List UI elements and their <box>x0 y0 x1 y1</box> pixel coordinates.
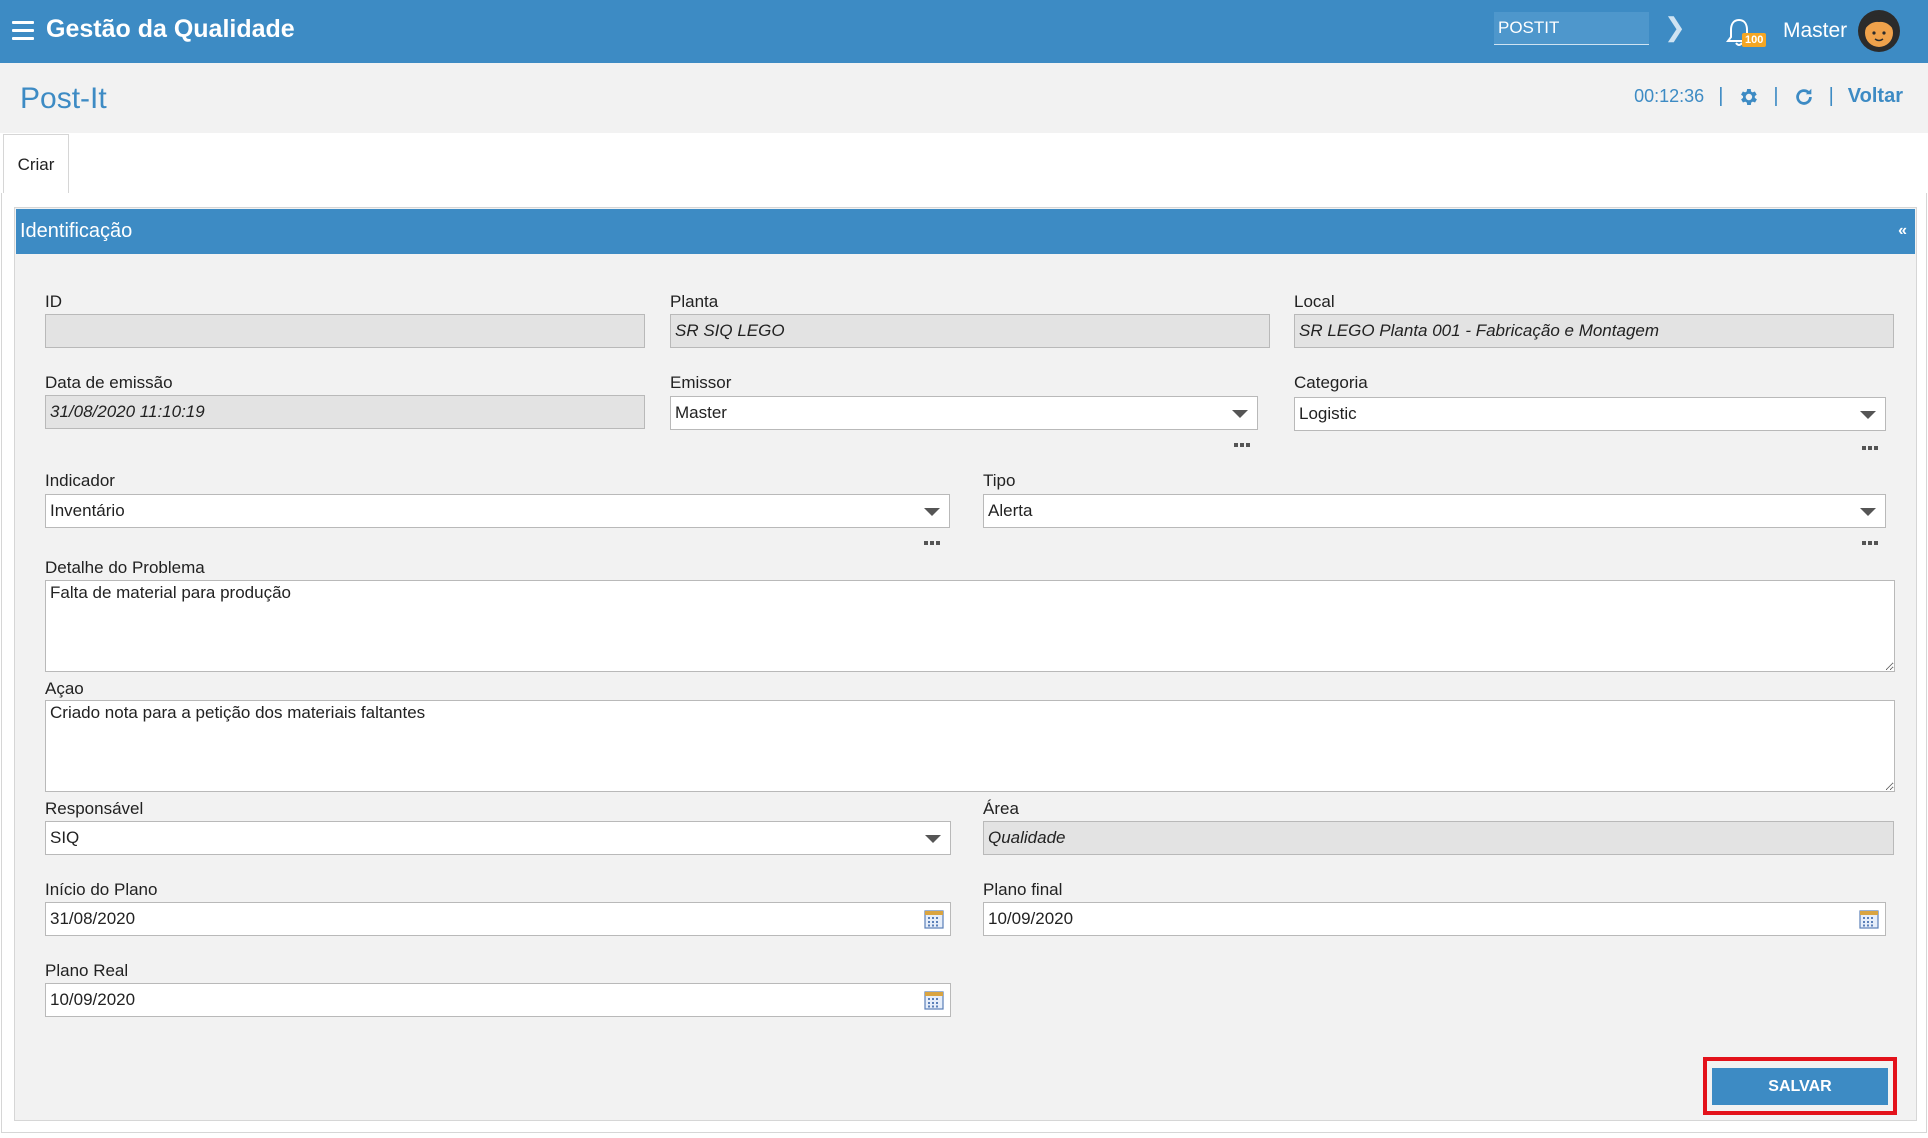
tab-criar[interactable]: Criar <box>3 134 69 193</box>
inicio-plano-label: Início do Plano <box>45 880 158 899</box>
divider: | <box>1773 85 1779 107</box>
local-field: SR LEGO Planta 001 - Fabricação e Montag… <box>1294 314 1894 348</box>
inicio-plano-input[interactable]: 31/08/2020 <box>45 902 951 936</box>
tipo-select[interactable]: Alerta <box>983 494 1886 528</box>
indicador-label: Indicador <box>45 471 115 490</box>
section-title: Identificação <box>20 220 133 242</box>
user-name[interactable]: Master <box>1783 19 1847 43</box>
section-header: Identificação « <box>16 209 1915 254</box>
more-icon[interactable] <box>924 532 942 548</box>
divider: | <box>1718 85 1724 107</box>
detalhe-textarea[interactable]: Falta de material para produção <box>45 580 1895 672</box>
inicio-plano-value: 31/08/2020 <box>50 909 136 928</box>
categoria-value: Logistic <box>1299 404 1357 423</box>
chevron-right-icon[interactable]: ❯ <box>1664 12 1686 43</box>
data-emissao-label: Data de emissão <box>45 373 173 392</box>
responsavel-label: Responsável <box>45 799 144 818</box>
planta-label: Planta <box>670 292 719 311</box>
page-title: Post-It <box>20 82 107 115</box>
session-timer: 00:12:36 <box>1634 86 1705 106</box>
plano-final-value: 10/09/2020 <box>988 909 1074 928</box>
plano-final-input[interactable]: 10/09/2020 <box>983 902 1886 936</box>
chevron-down-icon[interactable] <box>1232 410 1248 418</box>
detalhe-label: Detalhe do Problema <box>45 558 205 577</box>
emissor-value: Master <box>675 403 727 422</box>
acao-label: Açao <box>45 679 84 698</box>
top-bar: Gestão da Qualidade ❯ 100 Master <box>0 0 1928 63</box>
area-field: Qualidade <box>983 821 1894 855</box>
chevron-down-icon[interactable] <box>1860 411 1876 419</box>
chevron-down-icon[interactable] <box>1860 508 1876 516</box>
module-search-input[interactable] <box>1494 12 1649 45</box>
collapse-icon[interactable]: « <box>1898 222 1907 240</box>
planta-field: SR SIQ LEGO <box>670 314 1270 348</box>
id-label: ID <box>45 292 62 311</box>
chevron-down-icon[interactable] <box>925 835 941 843</box>
tipo-label: Tipo <box>983 471 1016 490</box>
categoria-select[interactable]: Logistic <box>1294 397 1886 431</box>
emissor-select[interactable]: Master <box>670 396 1258 430</box>
area-label: Área <box>983 799 1019 818</box>
gear-icon[interactable] <box>1737 86 1759 108</box>
calendar-icon[interactable] <box>924 909 944 929</box>
more-icon[interactable] <box>1234 434 1252 450</box>
indicador-select[interactable]: Inventário <box>45 494 950 528</box>
page-header: Post-It 00:12:36 | | | Voltar <box>0 63 1928 133</box>
emissor-label: Emissor <box>670 373 732 392</box>
plano-real-value: 10/09/2020 <box>50 990 136 1009</box>
calendar-icon[interactable] <box>1859 909 1879 929</box>
hamburger-menu-icon[interactable] <box>12 21 34 41</box>
more-icon[interactable] <box>1862 532 1880 548</box>
avatar[interactable] <box>1857 9 1901 53</box>
tipo-value: Alerta <box>988 501 1033 520</box>
refresh-icon[interactable] <box>1793 86 1815 108</box>
indicador-value: Inventário <box>50 501 125 520</box>
plano-real-label: Plano Real <box>45 961 129 980</box>
back-link[interactable]: Voltar <box>1848 85 1903 108</box>
notification-badge: 100 <box>1742 33 1767 47</box>
chevron-down-icon[interactable] <box>924 508 940 516</box>
app-title: Gestão da Qualidade <box>46 15 295 43</box>
save-button[interactable]: SALVAR <box>1712 1068 1888 1105</box>
header-actions: 00:12:36 | | | Voltar <box>1634 85 1903 108</box>
acao-textarea[interactable]: Criado nota para a petição dos materiais… <box>45 700 1895 792</box>
plano-real-input[interactable]: 10/09/2020 <box>45 983 951 1017</box>
plano-final-label: Plano final <box>983 880 1063 899</box>
more-icon[interactable] <box>1862 437 1880 453</box>
id-field <box>45 314 645 348</box>
categoria-label: Categoria <box>1294 373 1368 392</box>
calendar-icon[interactable] <box>924 990 944 1010</box>
responsavel-value: SIQ <box>50 828 80 847</box>
data-emissao-field: 31/08/2020 11:10:19 <box>45 395 645 429</box>
responsavel-select[interactable]: SIQ <box>45 821 951 855</box>
local-label: Local <box>1294 292 1335 311</box>
divider: | <box>1828 85 1834 107</box>
